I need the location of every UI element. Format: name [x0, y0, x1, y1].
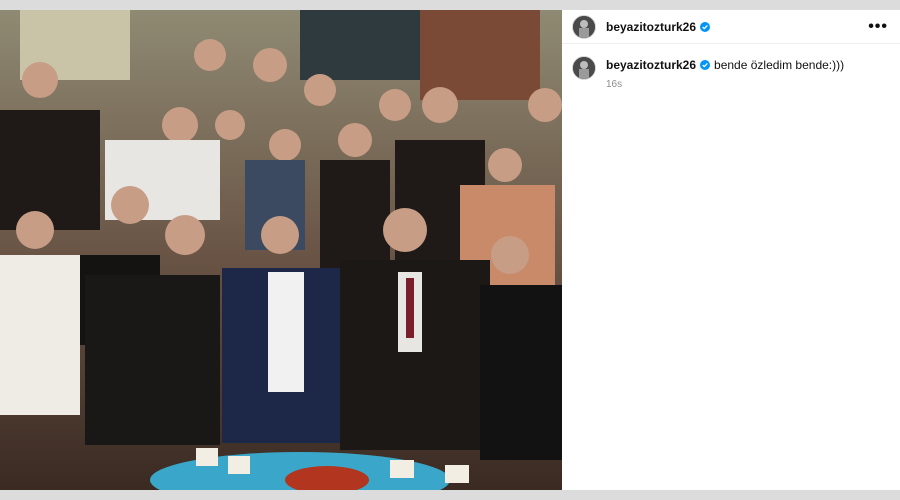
verified-badge-icon: [700, 21, 711, 32]
caption: beyazitozturk26 bende özledim bende:))) …: [562, 44, 900, 90]
author-username[interactable]: beyazitozturk26: [606, 20, 696, 34]
caption-author[interactable]: beyazitozturk26: [606, 58, 696, 72]
post-sidebar: beyazitozturk26 ••• beyazitozturk26 bend…: [562, 10, 900, 490]
post-dialog: beyazitozturk26 ••• beyazitozturk26 bend…: [0, 10, 900, 490]
caption-text: bende özledim bende:))): [714, 58, 845, 72]
more-options-icon[interactable]: •••: [868, 18, 888, 34]
avatar[interactable]: [572, 14, 596, 39]
post-header: beyazitozturk26 •••: [562, 10, 900, 44]
post-media[interactable]: [0, 10, 562, 490]
caption-timestamp[interactable]: 16s: [606, 79, 844, 90]
caption-avatar[interactable]: [572, 56, 596, 80]
post-photo: [0, 10, 562, 490]
verified-badge-icon: [700, 60, 711, 70]
